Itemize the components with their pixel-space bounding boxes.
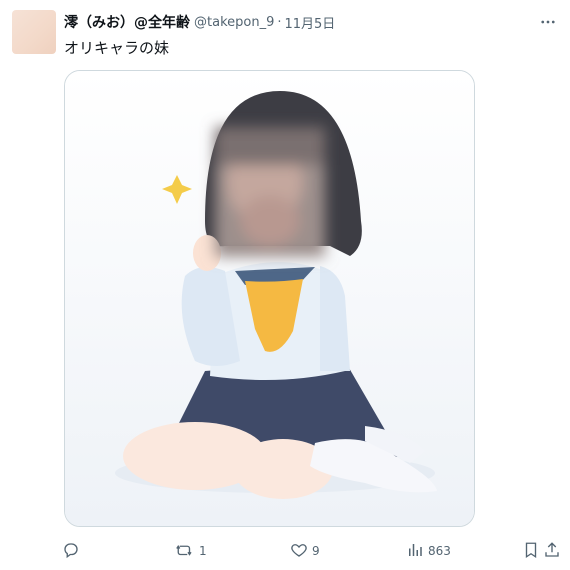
bookmark-button[interactable] [522, 538, 540, 564]
reply-icon [62, 541, 80, 562]
retweet-button[interactable]: 1 [175, 538, 207, 564]
reply-button[interactable] [62, 538, 80, 564]
post-text: オリキャラの妹 [64, 39, 170, 57]
view-count: 863 [428, 544, 451, 558]
like-count: 9 [312, 544, 320, 558]
user-handle[interactable]: @takepon_9 [194, 15, 274, 30]
post-header: 澪（みお）@全年齢 @takepon_9 · 11月5日 [64, 11, 530, 33]
separator-dot: · [277, 14, 282, 30]
views-button[interactable]: 863 [406, 538, 451, 564]
share-icon [543, 541, 561, 562]
post-image[interactable] [64, 70, 475, 527]
display-name[interactable]: 澪（みお）@全年齢 [64, 12, 190, 32]
retweet-count: 1 [199, 544, 207, 558]
like-button[interactable]: 9 [290, 538, 320, 564]
retweet-icon [175, 541, 195, 562]
bookmark-icon [522, 541, 540, 562]
like-icon [290, 541, 308, 562]
share-button[interactable] [543, 538, 561, 564]
post-date[interactable]: 11月5日 [284, 13, 335, 32]
action-bar: 1 9 863 [60, 538, 561, 564]
more-icon[interactable] [536, 10, 560, 34]
views-icon [406, 541, 424, 562]
avatar[interactable] [12, 10, 56, 54]
